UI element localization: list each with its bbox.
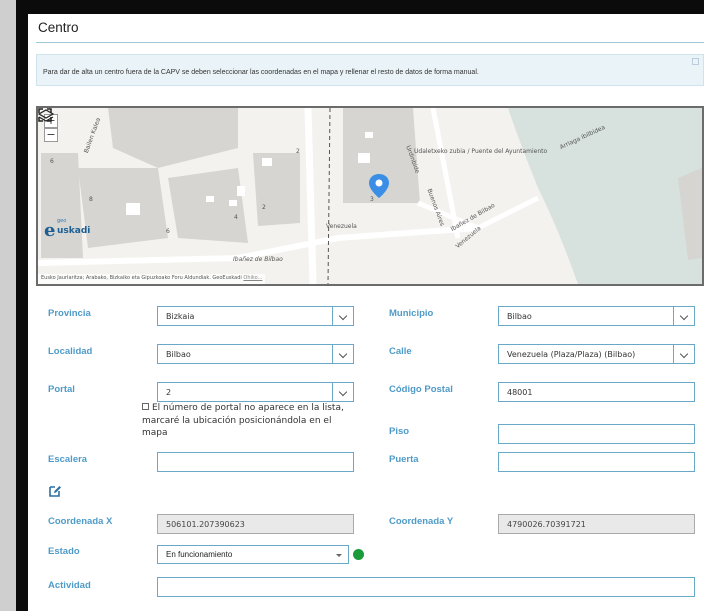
section-title: Centro [38, 20, 79, 35]
municipio-label: Municipio [389, 308, 434, 319]
calle-label: Calle [389, 346, 412, 357]
building [41, 153, 83, 258]
info-message: Para dar de alta un centro fuera de la C… [36, 54, 704, 86]
portal-not-listed-checkbox[interactable] [142, 403, 149, 410]
caret-down-icon[interactable] [336, 554, 342, 557]
municipio-select[interactable]: Bilbao [498, 306, 695, 326]
coordenada-x-input: 506101.207390623 [157, 514, 354, 534]
edit-icon[interactable] [48, 484, 62, 498]
puerta-input[interactable] [498, 452, 695, 472]
layers-icon[interactable] [38, 108, 54, 124]
escalera-label: Escalera [48, 454, 88, 465]
estado-label: Estado [48, 546, 80, 557]
zoom-out-button[interactable]: − [44, 128, 58, 142]
centro-panel: Centro Para dar de alta un centro fuera … [28, 14, 704, 611]
portal-select[interactable]: 2 [157, 382, 354, 402]
building-number: 6 [50, 158, 54, 165]
street-label: Ibañez de Bilbao [233, 256, 283, 263]
escalera-input[interactable] [157, 452, 354, 472]
building-number: 8 [89, 196, 93, 203]
coordenada-y-label: Coordenada Y [389, 516, 454, 527]
location-map[interactable]: + − Bailen Kalea Udaletxeko zubia / Puen… [36, 106, 704, 286]
puerta-label: Puerta [389, 454, 419, 465]
portal-label: Portal [48, 384, 75, 395]
codigo-postal-input[interactable]: 48001 [498, 382, 695, 402]
codigo-postal-label: Código Postal [389, 384, 453, 395]
building-number: 2 [296, 148, 300, 155]
estado-select[interactable]: En funcionamiento [157, 545, 349, 564]
piso-label: Piso [389, 426, 410, 437]
localidad-label: Localidad [48, 346, 93, 357]
building [253, 153, 300, 226]
info-text: Para dar de alta un centro fuera de la C… [43, 69, 479, 76]
street-label: Udaletxeko zubia / Puente del Ayuntamien… [414, 148, 548, 155]
localidad-select[interactable]: Bilbao [157, 344, 354, 364]
title-divider [36, 42, 704, 43]
edit-corner-icon [692, 58, 699, 65]
left-frame-edge [0, 0, 16, 611]
piso-input[interactable] [498, 424, 695, 444]
street-label: Venezuela [326, 223, 357, 230]
calle-select[interactable]: Venezuela (Plaza/Plaza) (Bilbao) [498, 344, 695, 364]
chevron-down-icon[interactable] [332, 307, 353, 325]
geoeuskadi-logo: e geo uskadi [44, 218, 91, 241]
chevron-down-icon[interactable] [673, 345, 694, 363]
provincia-select[interactable]: Bizkaia [157, 306, 354, 326]
actividad-input[interactable] [157, 577, 695, 597]
coordenada-y-input: 4790026.70391721 [498, 514, 695, 534]
map-attribution: Eusko Jaurlaritza; Arabako, Bizkaiko eta… [38, 274, 266, 284]
portal-not-listed-option: El número de portal no aparece en la lis… [142, 403, 344, 438]
building-number: 3 [370, 196, 374, 203]
building-number: 2 [262, 204, 266, 211]
chevron-down-icon[interactable] [673, 307, 694, 325]
building-number: 6 [166, 228, 170, 235]
chevron-down-icon[interactable] [332, 345, 353, 363]
chevron-down-icon[interactable] [332, 383, 353, 401]
status-indicator [353, 549, 364, 560]
actividad-label: Actividad [48, 580, 91, 591]
coordenada-x-label: Coordenada X [48, 516, 113, 527]
attribution-link[interactable]: Ohiko... [243, 275, 262, 281]
building [78, 168, 168, 248]
provincia-label: Provincia [48, 308, 91, 319]
building-number: 4 [234, 214, 238, 221]
